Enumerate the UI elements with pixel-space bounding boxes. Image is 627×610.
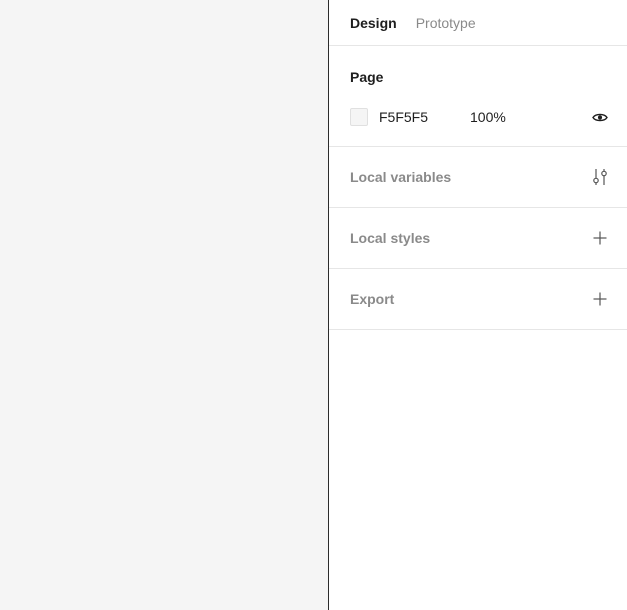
page-section-title: Page: [350, 69, 384, 85]
add-style-plus-icon[interactable]: [591, 229, 609, 247]
local-styles-label: Local styles: [350, 230, 431, 246]
export-section[interactable]: Export: [329, 269, 627, 330]
export-label: Export: [350, 291, 395, 307]
fill-hex-value[interactable]: F5F5F5: [379, 109, 470, 125]
color-swatch[interactable]: [350, 108, 368, 126]
tab-prototype[interactable]: Prototype: [416, 16, 476, 30]
local-styles-section[interactable]: Local styles: [329, 208, 627, 269]
properties-panel: Design Prototype Page F5F5F5 100% Local …: [328, 0, 627, 610]
fill-opacity-value[interactable]: 100%: [470, 109, 506, 125]
app-window: Design Prototype Page F5F5F5 100% Local …: [0, 0, 627, 610]
add-export-plus-icon[interactable]: [591, 290, 609, 308]
page-section: Page F5F5F5 100%: [329, 46, 627, 147]
eye-icon[interactable]: [591, 108, 609, 126]
panel-tabs: Design Prototype: [329, 0, 627, 46]
local-variables-section[interactable]: Local variables: [329, 147, 627, 208]
adjust-sliders-icon[interactable]: [591, 168, 609, 186]
local-variables-label: Local variables: [350, 169, 452, 185]
design-canvas[interactable]: [0, 0, 328, 610]
tab-design[interactable]: Design: [350, 16, 397, 30]
page-fill-row: F5F5F5 100%: [350, 106, 609, 128]
